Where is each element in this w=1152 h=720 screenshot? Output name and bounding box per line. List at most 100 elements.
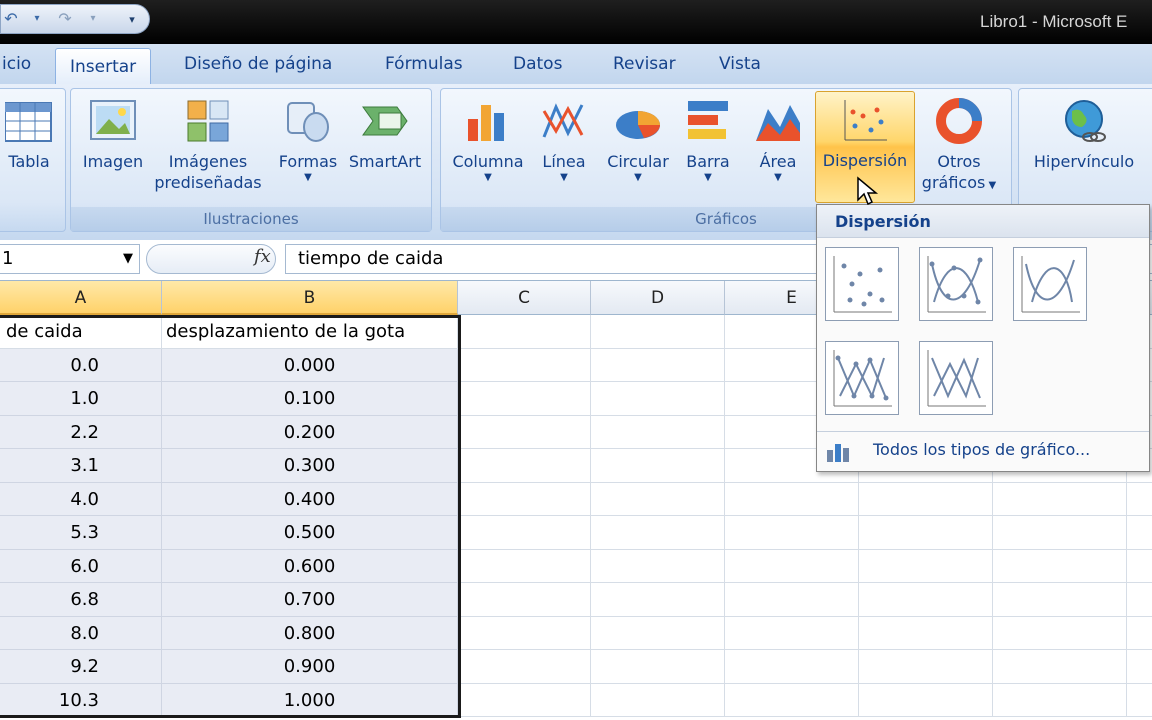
cell-desplazamiento[interactable]: 0.600: [162, 549, 458, 583]
cell-desplazamiento[interactable]: 0.900: [162, 650, 458, 684]
cell-tiempo[interactable]: 4.0: [0, 482, 162, 516]
imagen-button[interactable]: Imagen: [79, 93, 147, 172]
column-header-a[interactable]: A: [0, 281, 162, 315]
undo-dropdown-icon[interactable]: ▾: [27, 9, 47, 29]
empty-cell[interactable]: [458, 650, 591, 684]
linea-button[interactable]: Línea ▼: [533, 93, 595, 184]
empty-cell[interactable]: [725, 616, 859, 650]
cell-desplazamiento[interactable]: 0.700: [162, 583, 458, 617]
empty-cell[interactable]: [993, 482, 1127, 516]
empty-cell[interactable]: [591, 382, 725, 416]
tabla-button[interactable]: Tabla: [0, 93, 59, 172]
empty-cell[interactable]: [458, 583, 591, 617]
empty-cell[interactable]: [458, 482, 591, 516]
empty-cell[interactable]: [725, 650, 859, 684]
barra-button[interactable]: Barra ▼: [679, 93, 737, 184]
cell-tiempo[interactable]: 3.1: [0, 449, 162, 483]
empty-cell[interactable]: [591, 549, 725, 583]
empty-cell[interactable]: [458, 348, 591, 382]
column-header-c[interactable]: C: [458, 281, 591, 315]
empty-cell[interactable]: [725, 583, 859, 617]
empty-cell[interactable]: [458, 449, 591, 483]
empty-cell[interactable]: [859, 482, 993, 516]
tab-revisar[interactable]: Revisar: [613, 54, 676, 74]
empty-cell[interactable]: [591, 415, 725, 449]
cell-tiempo[interactable]: 2.2: [0, 415, 162, 449]
empty-cell[interactable]: [591, 449, 725, 483]
scatter-markers-only-option[interactable]: [825, 247, 899, 321]
imagenes-prediseñadas-button[interactable]: Imágenes prediseñadas: [153, 93, 263, 193]
empty-cell[interactable]: [591, 315, 725, 349]
name-box[interactable]: 1 ▼: [0, 244, 140, 274]
empty-cell[interactable]: [591, 583, 725, 617]
cell-desplazamiento[interactable]: 0.400: [162, 482, 458, 516]
otros-graficos-button[interactable]: Otros gráficos ▼: [917, 93, 1001, 196]
empty-cell[interactable]: [993, 683, 1127, 717]
empty-cell[interactable]: [591, 650, 725, 684]
empty-cell[interactable]: [1127, 684, 1152, 717]
empty-cell[interactable]: [1127, 650, 1152, 684]
header-cell-desplazamiento[interactable]: desplazamiento de la gota: [162, 315, 458, 349]
empty-cell[interactable]: [591, 616, 725, 650]
empty-cell[interactable]: [458, 549, 591, 583]
empty-cell[interactable]: [993, 549, 1127, 583]
empty-cell[interactable]: [591, 516, 725, 550]
cell-desplazamiento[interactable]: 0.500: [162, 516, 458, 550]
empty-cell[interactable]: [1127, 483, 1152, 516]
tab-insertar[interactable]: Insertar: [55, 48, 152, 86]
cell-tiempo[interactable]: 10.3: [0, 683, 162, 717]
name-box-dropdown-icon[interactable]: ▼: [123, 245, 133, 273]
empty-cell[interactable]: [859, 549, 993, 583]
tab-vista[interactable]: Vista: [719, 54, 761, 74]
formas-button[interactable]: Formas ▼: [273, 93, 343, 184]
empty-cell[interactable]: [725, 683, 859, 717]
cell-tiempo[interactable]: 0.0: [0, 348, 162, 382]
empty-cell[interactable]: [725, 516, 859, 550]
column-header-b[interactable]: B: [162, 281, 458, 315]
area-button[interactable]: Área ▼: [747, 93, 809, 184]
empty-cell[interactable]: [458, 683, 591, 717]
empty-cell[interactable]: [993, 616, 1127, 650]
cell-desplazamiento[interactable]: 0.200: [162, 415, 458, 449]
circular-button[interactable]: Circular ▼: [601, 93, 675, 184]
customize-toolbar-icon[interactable]: ▾: [119, 11, 145, 29]
all-chart-types-option[interactable]: Todos los tipos de gráfico...: [817, 431, 1149, 470]
cell-tiempo[interactable]: 8.0: [0, 616, 162, 650]
empty-cell[interactable]: [458, 382, 591, 416]
empty-cell[interactable]: [725, 549, 859, 583]
redo-icon[interactable]: ↷: [55, 9, 75, 29]
tab-datos[interactable]: Datos: [513, 54, 562, 74]
empty-cell[interactable]: [591, 683, 725, 717]
cell-desplazamiento[interactable]: 0.100: [162, 382, 458, 416]
cell-desplazamiento[interactable]: 0.800: [162, 616, 458, 650]
empty-cell[interactable]: [1127, 617, 1152, 650]
empty-cell[interactable]: [859, 616, 993, 650]
column-header-d[interactable]: D: [591, 281, 725, 315]
cell-tiempo[interactable]: 5.3: [0, 516, 162, 550]
header-cell-tiempo[interactable]: de caida: [0, 315, 162, 349]
cell-desplazamiento[interactable]: 1.000: [162, 683, 458, 717]
empty-cell[interactable]: [725, 482, 859, 516]
empty-cell[interactable]: [993, 516, 1127, 550]
hipervinculo-button[interactable]: Hipervínculo: [1025, 93, 1143, 172]
empty-cell[interactable]: [1127, 550, 1152, 583]
undo-icon[interactable]: ↶: [1, 9, 21, 29]
empty-cell[interactable]: [458, 315, 591, 349]
empty-cell[interactable]: [993, 650, 1127, 684]
cell-desplazamiento[interactable]: 0.300: [162, 449, 458, 483]
empty-cell[interactable]: [859, 650, 993, 684]
empty-cell[interactable]: [458, 415, 591, 449]
empty-cell[interactable]: [591, 348, 725, 382]
columna-button[interactable]: Columna ▼: [445, 93, 531, 184]
empty-cell[interactable]: [1127, 583, 1152, 617]
cell-tiempo[interactable]: 9.2: [0, 650, 162, 684]
empty-cell[interactable]: [458, 616, 591, 650]
empty-cell[interactable]: [458, 516, 591, 550]
cell-tiempo[interactable]: 1.0: [0, 382, 162, 416]
scatter-smooth-lines-option[interactable]: [1013, 247, 1087, 321]
tab-formulas[interactable]: Fórmulas: [385, 54, 463, 74]
empty-cell[interactable]: [859, 583, 993, 617]
scatter-straight-lines-option[interactable]: [919, 341, 993, 415]
empty-cell[interactable]: [591, 482, 725, 516]
empty-cell[interactable]: [993, 583, 1127, 617]
